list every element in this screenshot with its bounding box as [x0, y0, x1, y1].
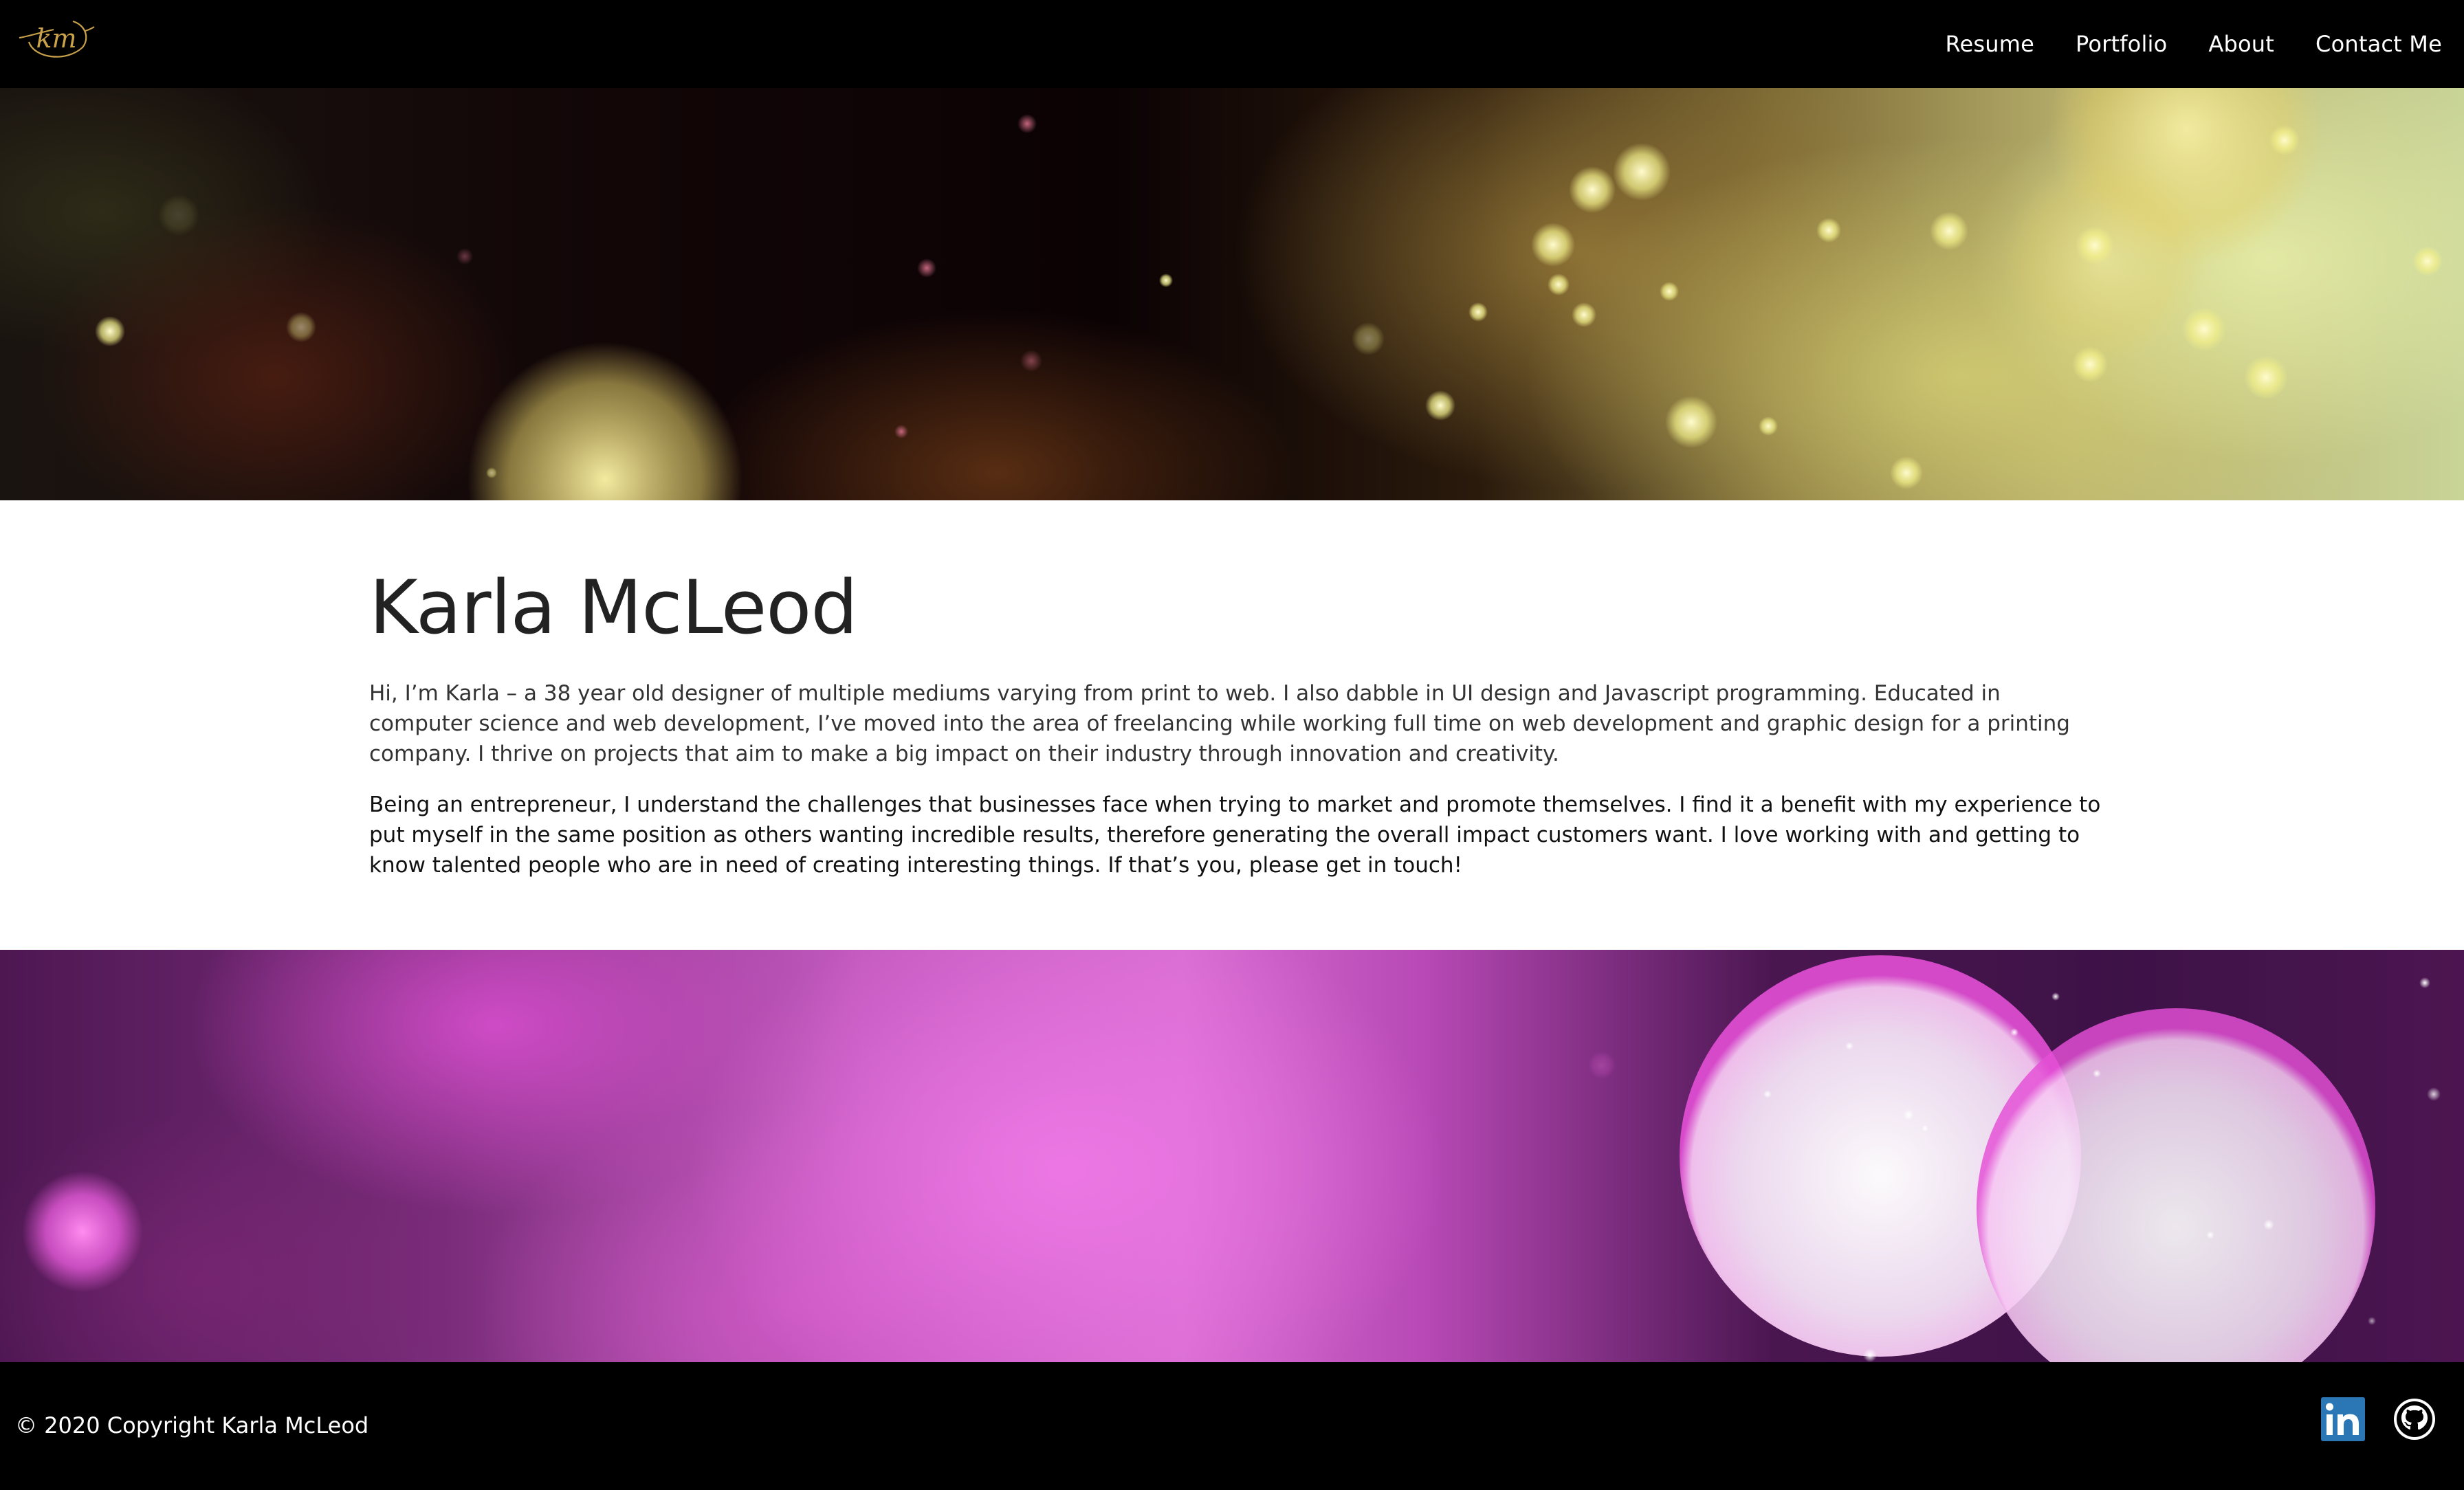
hero-banner-pink-bokeh	[0, 950, 2464, 1362]
logo[interactable]: km	[14, 12, 95, 67]
pink-bokeh-decoration	[22, 955, 2441, 1362]
nav-link-about[interactable]: About	[2208, 31, 2274, 57]
about-section: Karla McLeod Hi, I’m Karla – a 38 year o…	[0, 500, 2464, 950]
linkedin-link[interactable]	[2321, 1397, 2365, 1441]
copyright-text: © 2020 Copyright Karla McLeod	[15, 1412, 369, 1438]
linkedin-icon	[2321, 1397, 2365, 1441]
nav-link-contact[interactable]: Contact Me	[2316, 31, 2442, 57]
github-icon	[2394, 1399, 2435, 1440]
bio-paragraph-1: Hi, I’m Karla – a 38 year old designer o…	[369, 680, 2070, 766]
page-title: Karla McLeod	[369, 565, 858, 651]
primary-nav: Resume Portfolio About Contact Me	[1904, 0, 2442, 88]
nav-link-portfolio[interactable]: Portfolio	[2076, 31, 2167, 57]
km-monogram-icon: km	[19, 20, 95, 58]
bio-paragraph-2: Being an entrepreneur, I understand the …	[369, 792, 2101, 878]
page: km Resume Portfolio About Contact Me Kar…	[0, 0, 2464, 1490]
nav-link-resume[interactable]: Resume	[1945, 31, 2034, 57]
github-link[interactable]	[2392, 1397, 2436, 1441]
site-footer: © 2020 Copyright Karla McLeod	[0, 1362, 2464, 1490]
gold-bokeh-decoration	[95, 88, 2443, 500]
about-content: Karla McLeod Hi, I’m Karla – a 38 year o…	[369, 565, 2102, 880]
hero-banner-gold-bokeh	[0, 88, 2464, 500]
top-navbar: km Resume Portfolio About Contact Me	[0, 0, 2464, 88]
logo-text: km	[36, 23, 76, 54]
